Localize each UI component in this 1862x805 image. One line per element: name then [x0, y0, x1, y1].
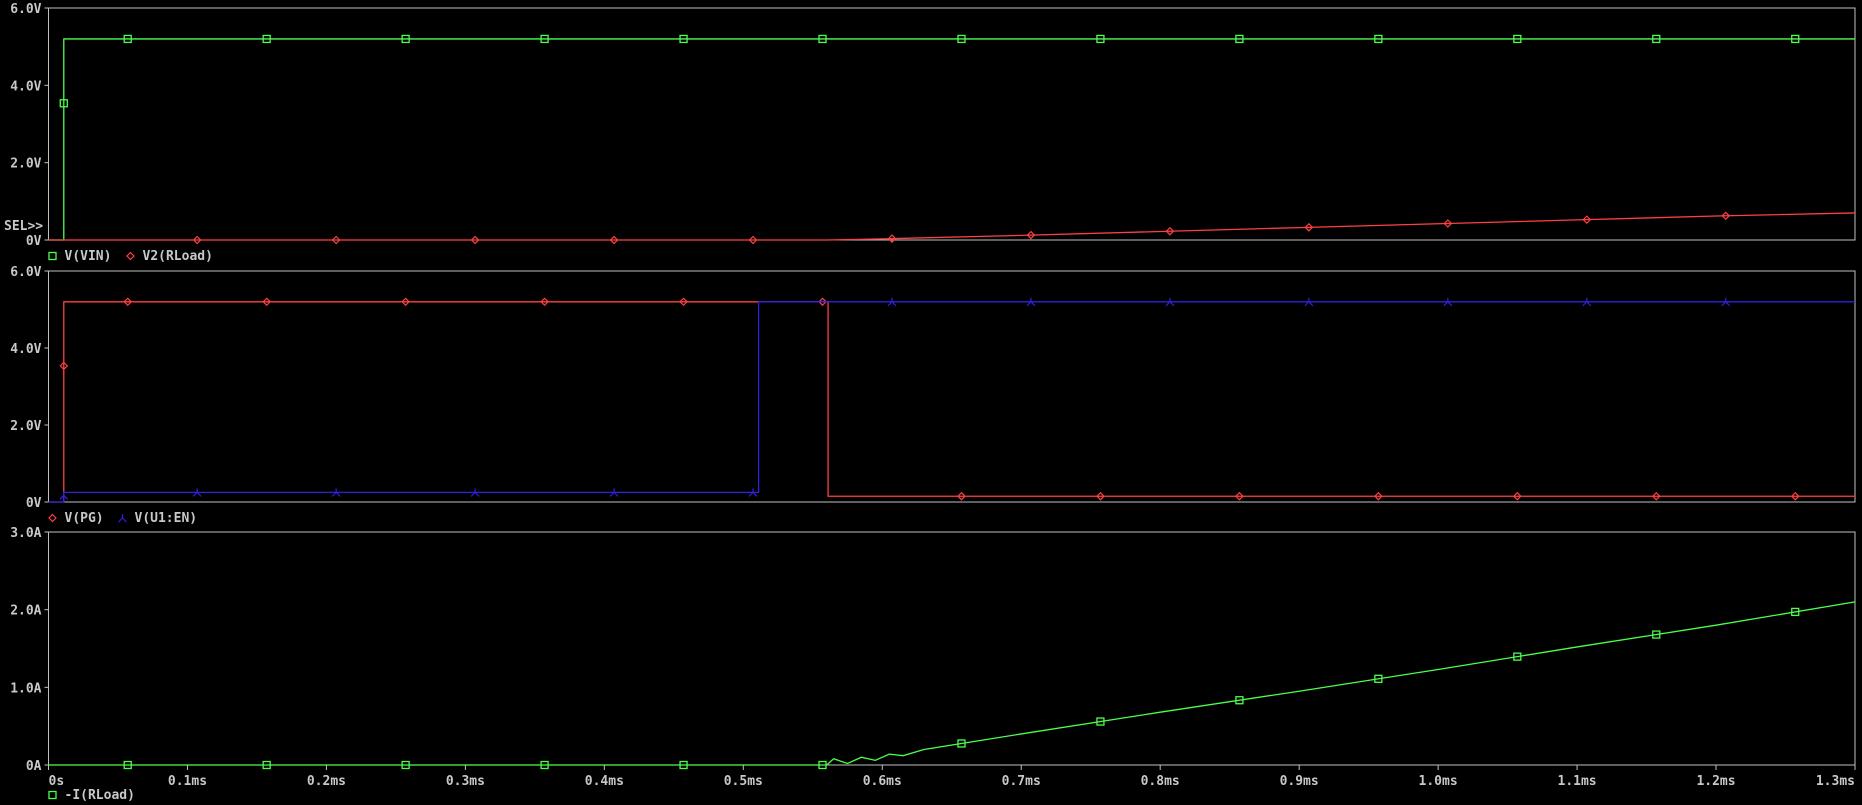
y-tick-label: 3.0A — [10, 526, 41, 541]
legend-marker — [48, 251, 57, 261]
plot-frame-0 — [48, 7, 1856, 241]
sel-marker: SEL>> — [4, 219, 43, 234]
y-tick-label: 0A — [26, 759, 42, 774]
waveform-plot: 0V 2.0V 4.0V 6.0V V(VIN) V2(RLoad) 0V 2.0V 4.0V 6… — [4, 2, 1856, 803]
y-tick-label: 0V — [26, 234, 42, 249]
legend-marker — [126, 251, 135, 261]
x-tick-label: 0.7ms — [1002, 774, 1041, 789]
y-tick-label: 6.0V — [10, 2, 41, 17]
x-tick-label: 1.3ms — [1816, 774, 1855, 789]
x-tick-label: 0.4ms — [585, 774, 624, 789]
legend-label: -I(RLoad) — [65, 788, 135, 803]
series-line-V(VIN) — [48, 38, 1855, 241]
y-tick-label: 4.0V — [10, 342, 41, 357]
x-tick-label: 0s — [49, 774, 65, 789]
series-line-V(PG) — [48, 301, 1855, 503]
x-tick-label: 1.0ms — [1419, 774, 1458, 789]
y-tick-label: 2.0A — [10, 604, 41, 619]
plot-frame-1 — [48, 270, 1856, 503]
x-tick-label: 0.6ms — [863, 774, 902, 789]
x-tick-label: 1.1ms — [1558, 774, 1597, 789]
x-tick-label: 0.8ms — [1141, 774, 1180, 789]
legend-label: V(PG) — [65, 511, 104, 526]
series-line-V(U1:EN) — [48, 301, 1855, 503]
x-tick-label: 0.1ms — [168, 774, 207, 789]
x-tick-label: 0.9ms — [1280, 774, 1319, 789]
x-tick-label: 1.2ms — [1696, 774, 1735, 789]
legend-marker — [118, 514, 127, 523]
legend-label: V(U1:EN) — [135, 511, 198, 526]
plot-frame-2 — [48, 531, 1856, 766]
y-tick-label: 1.0A — [10, 681, 41, 696]
legend-label: V2(RLoad) — [143, 249, 213, 264]
y-tick-label: 2.0V — [10, 157, 41, 172]
legend-marker — [48, 790, 57, 800]
x-tick-label: 0.2ms — [307, 774, 346, 789]
y-tick-label: 4.0V — [10, 79, 41, 94]
x-tick-label: 0.5ms — [724, 774, 763, 789]
x-tick-label: 0.3ms — [446, 774, 485, 789]
y-tick-label: 0V — [26, 496, 42, 511]
legend-label: V(VIN) — [65, 249, 112, 264]
series-line--I(RLoad) — [48, 601, 1856, 766]
legend-marker — [48, 513, 57, 523]
y-tick-label: 6.0V — [10, 265, 41, 280]
series-line-V2(RLoad) — [48, 212, 1856, 241]
y-tick-label: 2.0V — [10, 419, 41, 434]
